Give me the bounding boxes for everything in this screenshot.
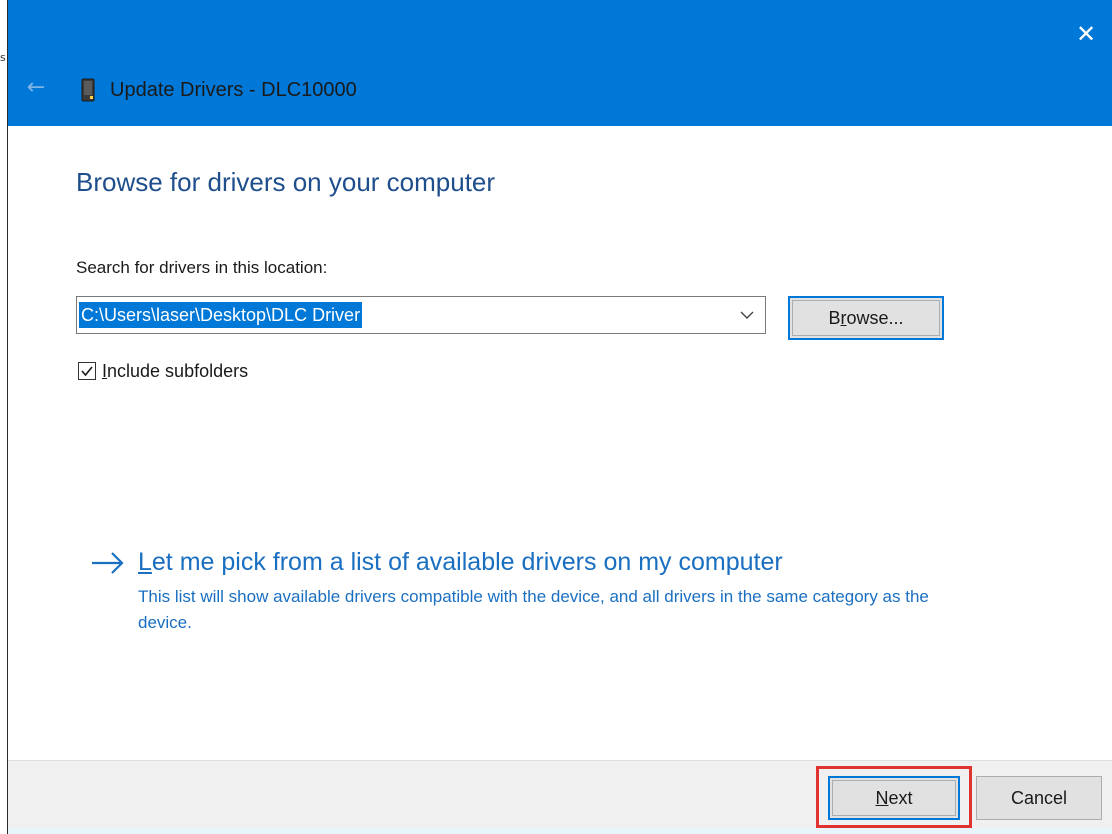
cancel-button-label: Cancel bbox=[1010, 788, 1068, 808]
driver-path-value[interactable]: C:\Users\laser\Desktop\DLC Driver bbox=[79, 302, 363, 328]
pick-from-list-description: This list will show available drivers co… bbox=[138, 587, 929, 632]
bottom-edge bbox=[8, 828, 1112, 834]
cancel-button[interactable]: Cancel bbox=[976, 776, 1102, 820]
next-button[interactable]: Next bbox=[828, 776, 960, 820]
browse-button[interactable]: Browse... bbox=[788, 296, 944, 340]
chevron-down-icon[interactable] bbox=[737, 305, 757, 325]
stray-character: s bbox=[0, 51, 6, 64]
include-subfolders-label: Include subfolders bbox=[102, 361, 249, 381]
device-icon bbox=[81, 78, 95, 102]
arrow-right-icon[interactable] bbox=[90, 548, 126, 578]
browse-button-label: Browse... bbox=[828, 308, 904, 328]
back-button[interactable]: ← bbox=[22, 74, 50, 102]
update-drivers-window: s ✕ ← Update Drivers - DLC10000 Browse f… bbox=[0, 0, 1112, 834]
back-arrow-icon: ← bbox=[26, 75, 46, 100]
close-icon: ✕ bbox=[1075, 20, 1097, 48]
window-left-edge bbox=[0, 0, 8, 834]
title-bar: ✕ ← Update Drivers - DLC10000 bbox=[8, 0, 1112, 126]
driver-path-combobox[interactable]: C:\Users\laser\Desktop\DLC Driver bbox=[76, 296, 766, 334]
pick-from-list-link[interactable]: Let me pick from a list of available dri… bbox=[138, 544, 783, 580]
checkmark-icon bbox=[81, 366, 93, 377]
checkbox-box[interactable] bbox=[78, 362, 96, 380]
search-location-label: Search for drivers in this location: bbox=[76, 258, 328, 277]
page-heading: Browse for drivers on your computer bbox=[76, 167, 496, 197]
window-title: Update Drivers - DLC10000 bbox=[110, 79, 357, 101]
close-button[interactable]: ✕ bbox=[1066, 14, 1106, 54]
next-button-label: Next bbox=[875, 788, 913, 808]
